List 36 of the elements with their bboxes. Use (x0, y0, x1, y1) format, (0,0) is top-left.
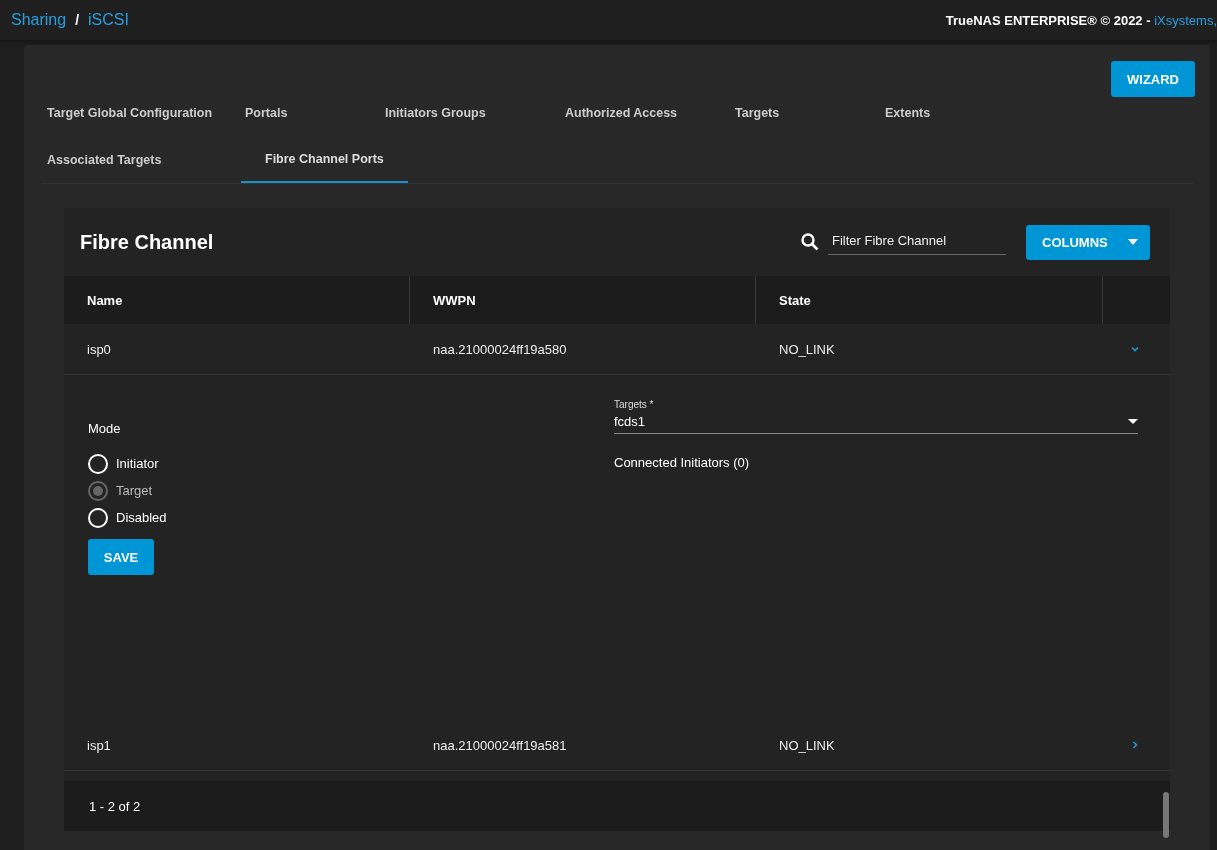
tab[interactable]: Portals (241, 89, 292, 136)
breadcrumb-link[interactable]: iSCSI (88, 11, 129, 29)
caret-icon (1128, 239, 1138, 245)
pagination-text: 1 - 2 of 2 (89, 798, 141, 814)
company-link[interactable]: iXsystems, (1154, 12, 1217, 28)
tab[interactable]: Initiators Groups (381, 89, 490, 136)
filter-field[interactable]: Filter Fibre Channel (828, 229, 1006, 255)
table-cell: isp0 (87, 341, 111, 357)
column-header[interactable]: WWPN (410, 276, 756, 324)
tab[interactable]: Authorized Access (561, 89, 682, 136)
table-cell: NO_LINK (779, 341, 835, 357)
column-header[interactable]: State (756, 276, 1103, 324)
tab[interactable]: Extents (881, 89, 935, 136)
tab[interactable]: Fibre Channel Ports (241, 136, 408, 183)
table-cell: NO_LINK (779, 737, 835, 753)
scrollbar[interactable] (1163, 792, 1169, 838)
breadcrumb-link[interactable]: Sharing (11, 11, 67, 29)
search-icon (800, 232, 820, 252)
tab[interactable]: Associated Targets (41, 136, 166, 183)
chevron-right-icon[interactable] (1130, 740, 1140, 750)
connected-initiators-text: Connected Initiators (0) (614, 455, 751, 470)
radio-label[interactable]: Disabled (116, 510, 167, 525)
copyright-text: TrueNAS ENTERPRISE® © 2022 - (945, 12, 1152, 28)
radio-label[interactable]: Initiator (116, 456, 159, 471)
table-cell: naa.21000024ff19a581 (433, 737, 567, 753)
caret-icon (1128, 419, 1138, 424)
mode-label: Mode (88, 421, 122, 436)
table-title: Fibre Channel (80, 230, 215, 254)
column-header[interactable]: Name (64, 276, 410, 324)
tab[interactable]: Target Global Configuration (41, 89, 217, 136)
tab[interactable]: Targets (731, 89, 784, 136)
breadcrumb-separator: / (75, 12, 80, 28)
table-cell: naa.21000024ff19a580 (433, 341, 567, 357)
targets-select[interactable]: Targets * fcds1 (614, 399, 1138, 434)
chevron-down-icon[interactable] (1130, 344, 1140, 354)
table-cell: isp1 (87, 737, 111, 753)
